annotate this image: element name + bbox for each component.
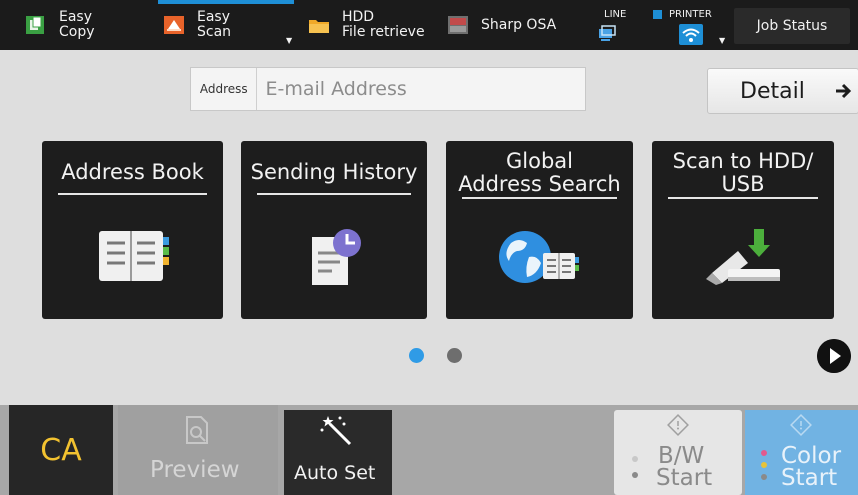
auto-set-label: Auto Set xyxy=(294,462,376,484)
tile-title-line1: Scan to HDD/ xyxy=(672,149,814,173)
tile-divider xyxy=(668,197,818,199)
auto-set-button[interactable]: Auto Set xyxy=(284,410,392,495)
top-bar: Easy Copy Easy Scan ▼ HDD File retrieve … xyxy=(0,0,858,50)
tile-title-line2: USB xyxy=(721,172,765,196)
wifi-icon[interactable] xyxy=(679,24,703,45)
easy-scan-line1: Easy xyxy=(197,9,231,25)
network-icon xyxy=(599,25,616,41)
address-book-tile[interactable]: Address Book xyxy=(42,141,223,319)
page-indicator-active xyxy=(409,348,424,363)
clear-all-label: CA xyxy=(40,432,82,468)
tile-divider xyxy=(257,193,411,195)
indicator-dot xyxy=(761,474,767,480)
job-status-button[interactable]: Job Status xyxy=(734,8,850,44)
osa-icon xyxy=(448,16,468,34)
clear-all-button[interactable]: CA xyxy=(9,405,113,495)
global-address-search-tile[interactable]: Global Address Search xyxy=(446,141,633,319)
easy-copy-line2: Copy xyxy=(59,24,95,40)
line-label: LINE xyxy=(604,9,627,20)
tile-divider xyxy=(58,193,207,195)
indicator-dot xyxy=(761,462,767,468)
easy-copy-button[interactable]: Easy Copy xyxy=(25,0,95,50)
start-diamond-icon xyxy=(667,414,689,436)
printer-dropdown-icon[interactable]: ▼ xyxy=(719,36,725,45)
job-status-label: Job Status xyxy=(756,18,828,34)
tile-title-line1: Global xyxy=(506,149,573,173)
folder-icon xyxy=(309,20,329,33)
tile-divider xyxy=(462,197,617,199)
scan-dropdown-icon[interactable]: ▼ xyxy=(286,36,292,45)
preview-label: Preview xyxy=(150,457,240,483)
page-indicator[interactable] xyxy=(447,348,462,363)
indicator-dot xyxy=(632,456,638,462)
easy-copy-line1: Easy xyxy=(59,9,93,25)
globe-icon xyxy=(498,231,579,283)
preview-icon xyxy=(186,416,208,444)
bw-label-line1: B/W xyxy=(658,443,705,469)
start-diamond-icon xyxy=(790,414,812,436)
usb-icon xyxy=(706,229,780,285)
address-field[interactable]: Address xyxy=(190,67,586,111)
address-label: Address xyxy=(191,68,258,110)
tile-title: Address Book xyxy=(61,160,204,184)
address-book-icon xyxy=(98,231,169,281)
color-label-line2: Start xyxy=(781,465,838,491)
sending-history-icon xyxy=(312,229,361,285)
bw-label-line2: Start xyxy=(656,465,713,491)
color-start-button[interactable]: Color Start xyxy=(745,410,858,495)
copy-icon xyxy=(26,16,44,34)
indicator-dot xyxy=(632,472,638,478)
easy-scan-button[interactable]: Easy Scan xyxy=(163,0,231,50)
hdd-file-retrieve-button[interactable]: HDD File retrieve xyxy=(308,0,425,50)
preview-button[interactable]: Preview xyxy=(118,405,278,495)
magic-wand-icon xyxy=(320,416,352,446)
detail-label: Detail xyxy=(740,78,805,104)
printer-label: PRINTER xyxy=(669,9,712,20)
scan-icon xyxy=(164,16,184,34)
email-address-input[interactable] xyxy=(257,77,585,101)
sharp-osa-label: Sharp OSA xyxy=(481,16,557,33)
detail-button[interactable]: Detail xyxy=(707,68,858,114)
hdd-line2: File retrieve xyxy=(342,24,425,40)
arrow-right-icon xyxy=(836,83,852,99)
tile-title-line2: Address Search xyxy=(458,172,621,196)
next-page-icon[interactable] xyxy=(817,339,851,373)
sharp-osa-button[interactable]: Sharp OSA xyxy=(447,0,556,50)
sending-history-tile[interactable]: Sending History xyxy=(241,141,427,319)
bw-start-button[interactable]: B/W Start xyxy=(614,410,742,495)
indicator-dot xyxy=(761,450,767,456)
color-label-line1: Color xyxy=(781,443,842,469)
tile-title: Sending History xyxy=(250,160,418,184)
send-screen: Easy Copy Easy Scan ▼ HDD File retrieve … xyxy=(0,0,858,495)
easy-scan-line2: Scan xyxy=(197,24,232,40)
hdd-line1: HDD xyxy=(342,9,375,25)
scan-to-hdd-usb-tile[interactable]: Scan to HDD/ USB xyxy=(652,141,834,319)
printer-status-indicator xyxy=(653,10,662,19)
